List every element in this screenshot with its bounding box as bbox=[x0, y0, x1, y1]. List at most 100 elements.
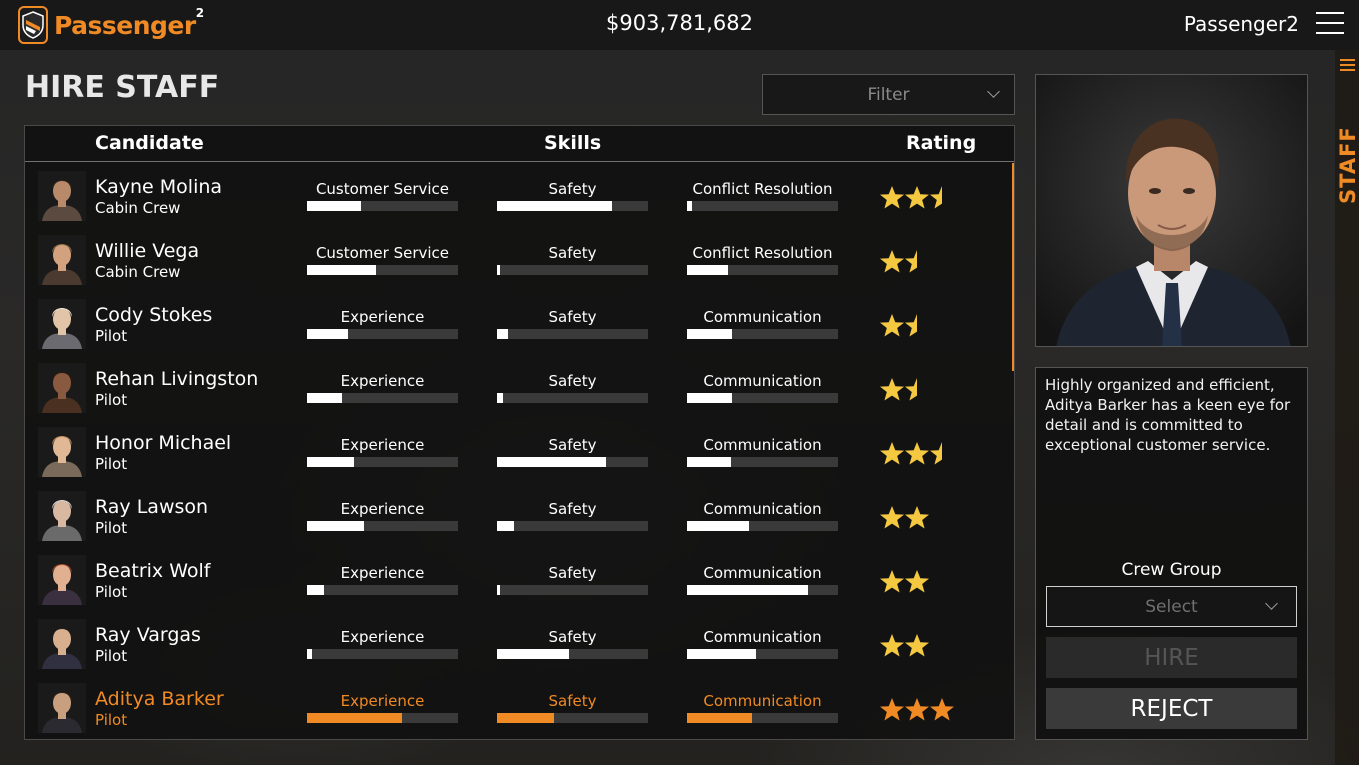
skill-meter: Conflict Resolution bbox=[687, 244, 838, 275]
skill-label: Safety bbox=[548, 564, 597, 582]
chevron-down-icon bbox=[1265, 597, 1278, 610]
half-star-icon bbox=[904, 249, 930, 275]
skill-label: Experience bbox=[340, 564, 425, 582]
skill-meter: Safety bbox=[497, 564, 648, 595]
skill-meter: Safety bbox=[497, 436, 648, 467]
skill-bar-fill bbox=[687, 201, 692, 211]
skill-bar bbox=[307, 649, 458, 659]
star-icon bbox=[879, 185, 905, 211]
skill-label: Safety bbox=[548, 692, 597, 710]
half-star-icon bbox=[929, 185, 955, 211]
star-icon bbox=[879, 633, 905, 659]
avatar bbox=[38, 683, 86, 733]
skill-bar-fill bbox=[687, 521, 749, 531]
page-title: HIRE STAFF bbox=[25, 70, 220, 105]
skill-bar-fill bbox=[307, 265, 376, 275]
skill-meter: Safety bbox=[497, 628, 648, 659]
skill-bar bbox=[497, 265, 648, 275]
skill-bar-fill bbox=[307, 457, 354, 467]
table-row[interactable]: Cody Stokes Pilot Experience Safety Communic… bbox=[25, 291, 1014, 355]
reject-button[interactable]: REJECT bbox=[1046, 688, 1297, 729]
table-row[interactable]: Beatrix Wolf Pilot Experience Safety Communi… bbox=[25, 547, 1014, 611]
staff-side-tab[interactable]: STAFF bbox=[1335, 50, 1359, 765]
header-rating: Rating bbox=[906, 132, 977, 154]
skill-bar-fill bbox=[307, 521, 364, 531]
skill-label: Communication bbox=[703, 372, 822, 390]
skill-label: Experience bbox=[340, 628, 425, 646]
skill-label: Communication bbox=[703, 628, 822, 646]
skill-meter: Experience bbox=[307, 628, 458, 659]
skill-bar-fill bbox=[497, 521, 514, 531]
skill-bar-fill bbox=[497, 265, 500, 275]
skill-bar-fill bbox=[687, 329, 732, 339]
candidate-name: Aditya Barker bbox=[95, 688, 224, 710]
star-icon bbox=[904, 441, 930, 467]
candidate-role: Pilot bbox=[95, 647, 128, 665]
skill-label: Safety bbox=[548, 244, 597, 262]
skill-label: Safety bbox=[548, 308, 597, 326]
half-star-icon bbox=[929, 441, 955, 467]
skill-meter: Safety bbox=[497, 500, 648, 531]
table-row[interactable]: Honor Michael Pilot Experience Safety Commun… bbox=[25, 419, 1014, 483]
star-icon bbox=[879, 313, 905, 339]
skill-meter: Safety bbox=[497, 308, 648, 339]
table-row[interactable]: Ray Vargas Pilot Experience Safety Communica… bbox=[25, 611, 1014, 675]
skill-bar bbox=[687, 521, 838, 531]
candidate-name: Willie Vega bbox=[95, 240, 200, 262]
star-icon bbox=[879, 569, 905, 595]
filter-dropdown[interactable]: Filter bbox=[762, 74, 1015, 115]
skill-bar bbox=[687, 265, 838, 275]
skill-bar bbox=[497, 713, 648, 723]
skill-label: Communication bbox=[703, 436, 822, 454]
table-row[interactable]: Aditya Barker Pilot Experience Safety Commun… bbox=[25, 675, 1014, 739]
skill-bar-fill bbox=[497, 713, 554, 723]
crew-group-label: Crew Group bbox=[1121, 560, 1222, 580]
crew-group-select[interactable]: Select bbox=[1046, 586, 1297, 627]
skill-meter: Customer Service bbox=[307, 244, 458, 275]
skill-bar bbox=[497, 457, 648, 467]
skill-meter: Safety bbox=[497, 244, 648, 275]
star-icon bbox=[879, 505, 905, 531]
skill-label: Communication bbox=[703, 564, 822, 582]
skill-label: Safety bbox=[548, 500, 597, 518]
candidate-name: Kayne Molina bbox=[95, 176, 223, 198]
star-icon bbox=[904, 633, 930, 659]
skill-bar-fill bbox=[307, 713, 402, 723]
skill-label: Experience bbox=[340, 372, 425, 390]
skill-bar-fill bbox=[307, 585, 324, 595]
skill-meter: Experience bbox=[307, 436, 458, 467]
top-bar: Passenger 2 $903,781,682 Passenger2 bbox=[0, 0, 1359, 50]
table-row[interactable]: Willie Vega Cabin Crew Customer Service Saf… bbox=[25, 227, 1014, 291]
table-row[interactable]: Ray Lawson Pilot Experience Safety Communica… bbox=[25, 483, 1014, 547]
skill-meter: Communication bbox=[687, 308, 838, 339]
candidate-detail-panel: Highly organized and efficient, Aditya B… bbox=[1035, 367, 1308, 740]
skill-bar bbox=[687, 329, 838, 339]
skill-bar-fill bbox=[497, 585, 500, 595]
table-row[interactable]: Rehan Livingston Pilot Experience Safety Com… bbox=[25, 355, 1014, 419]
star-icon bbox=[904, 697, 930, 723]
table-row[interactable]: Kayne Molina Cabin Crew Customer Service Sa… bbox=[25, 163, 1014, 227]
hamburger-menu-icon[interactable] bbox=[1316, 12, 1344, 36]
skill-bar-fill bbox=[497, 393, 503, 403]
candidate-role: Pilot bbox=[95, 519, 128, 537]
skill-meter: Communication bbox=[687, 436, 838, 467]
skill-label: Customer Service bbox=[315, 180, 450, 198]
hire-button[interactable]: HIRE bbox=[1046, 637, 1297, 678]
skill-meter: Conflict Resolution bbox=[687, 180, 838, 211]
skill-bar bbox=[307, 457, 458, 467]
candidate-role: Pilot bbox=[95, 327, 128, 345]
skill-meter: Communication bbox=[687, 628, 838, 659]
skill-bar bbox=[307, 393, 458, 403]
skill-bar bbox=[307, 713, 458, 723]
avatar bbox=[38, 363, 86, 413]
candidate-name: Cody Stokes bbox=[95, 304, 213, 326]
skill-label: Safety bbox=[548, 180, 597, 198]
skill-label: Safety bbox=[548, 372, 597, 390]
skill-bar-fill bbox=[687, 713, 752, 723]
avatar bbox=[38, 235, 86, 285]
skill-label: Communication bbox=[703, 308, 822, 326]
skill-meter: Communication bbox=[687, 692, 838, 723]
skill-bar bbox=[687, 201, 838, 211]
profile-name[interactable]: Passenger2 bbox=[1184, 12, 1299, 36]
skill-label: Experience bbox=[340, 500, 425, 518]
